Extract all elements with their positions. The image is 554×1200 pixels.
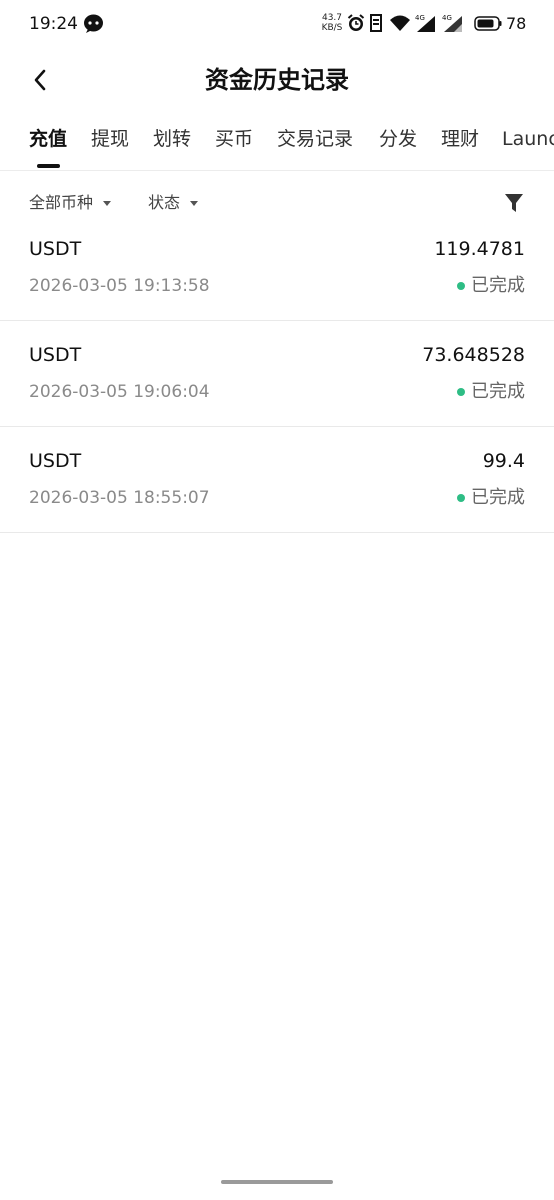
- network-speed-value: 43.7: [321, 13, 343, 23]
- record-time: 2026-03-05 19:06:04: [29, 382, 210, 402]
- tab-deposit[interactable]: 充值: [29, 125, 67, 153]
- network-speed-unit: KB/S: [321, 23, 343, 33]
- record-status: 已完成: [457, 486, 525, 510]
- svg-text:4G: 4G: [415, 14, 425, 22]
- active-tab-indicator: [37, 164, 60, 168]
- currency-filter[interactable]: 全部币种: [29, 191, 112, 215]
- record-status: 已完成: [457, 380, 525, 404]
- network-speed: 43.7 KB/S: [321, 13, 343, 33]
- tab-earn[interactable]: 理财: [441, 125, 479, 153]
- battery-icon: [474, 16, 502, 31]
- record-status-label: 已完成: [471, 381, 525, 402]
- signal-4g-icon: 4G: [415, 14, 435, 32]
- record-amount: 119.4781: [434, 238, 525, 260]
- list-item[interactable]: USDT 99.4 2026-03-05 18:55:07 已完成: [0, 427, 554, 533]
- signal-4g-icon: 4G: [442, 14, 462, 32]
- record-coin: USDT: [29, 344, 82, 366]
- record-amount: 73.648528: [422, 344, 525, 366]
- status-dot-icon: [457, 494, 465, 502]
- tab-distribution[interactable]: 分发: [379, 125, 417, 153]
- tab-transfer[interactable]: 划转: [153, 125, 191, 153]
- tab-withdraw[interactable]: 提现: [91, 125, 129, 153]
- list-item[interactable]: USDT 119.4781 2026-03-05 19:13:58 已完成: [0, 222, 554, 321]
- record-coin: USDT: [29, 450, 82, 472]
- record-status-label: 已完成: [471, 487, 525, 508]
- deposit-records-list: USDT 119.4781 2026-03-05 19:13:58 已完成 US…: [0, 222, 554, 533]
- record-time: 2026-03-05 18:55:07: [29, 488, 210, 508]
- tabs-divider: [0, 170, 554, 171]
- header: 资金历史记录: [0, 48, 554, 114]
- record-coin: USDT: [29, 238, 82, 260]
- battery-level: 78: [506, 14, 527, 33]
- alarm-icon: [347, 14, 365, 31]
- tab-launchpad[interactable]: Launc: [502, 125, 554, 153]
- filter-funnel-icon[interactable]: [504, 192, 524, 214]
- status-filter-label: 状态: [148, 193, 181, 212]
- caret-down-icon: [103, 200, 112, 206]
- tab-trade-records[interactable]: 交易记录: [277, 125, 353, 153]
- record-amount: 99.4: [482, 450, 525, 472]
- tab-buy-crypto[interactable]: 买币: [215, 125, 253, 153]
- caret-down-icon: [190, 200, 199, 206]
- status-filter[interactable]: 状态: [148, 191, 199, 215]
- chat-bubble-icon: [84, 14, 103, 33]
- status-time: 19:24: [29, 14, 78, 34]
- record-time: 2026-03-05 19:13:58: [29, 276, 210, 296]
- history-tabs: 充值 提现 划转 买币 交易记录 分发 理财 Launc: [0, 114, 554, 170]
- wifi-icon: [390, 15, 410, 31]
- list-item[interactable]: USDT 73.648528 2026-03-05 19:06:04 已完成: [0, 321, 554, 427]
- home-indicator[interactable]: [221, 1180, 333, 1184]
- funding-history-screen: 19:24 43.7 KB/S 4G 4G 78 资金历史记录 充值 提现 划转…: [0, 0, 554, 1200]
- svg-text:4G: 4G: [442, 14, 452, 22]
- status-dot-icon: [457, 282, 465, 290]
- sim-icon: [370, 14, 382, 32]
- status-dot-icon: [457, 388, 465, 396]
- record-status-label: 已完成: [471, 275, 525, 296]
- filter-bar: 全部币种 状态: [0, 184, 554, 222]
- record-status: 已完成: [457, 274, 525, 298]
- currency-filter-label: 全部币种: [29, 193, 94, 212]
- page-title: 资金历史记录: [205, 66, 349, 94]
- status-bar: 19:24 43.7 KB/S 4G 4G 78: [0, 0, 554, 48]
